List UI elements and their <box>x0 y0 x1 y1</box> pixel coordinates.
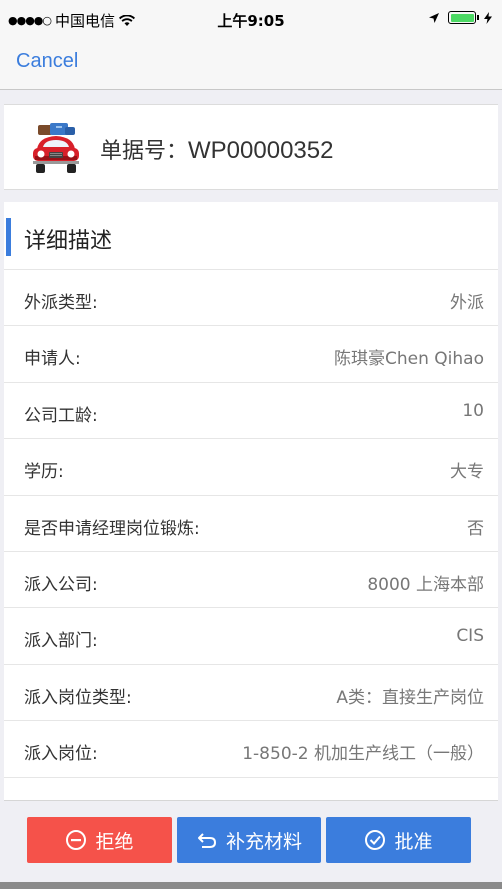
supplement-label: 补充材料 <box>225 830 302 853</box>
row-value: 陈琪豪Chen Qihao <box>334 349 484 370</box>
section-header: 详细描述 <box>4 202 498 270</box>
row-label: 申请人: <box>24 349 81 370</box>
row-value: CIS <box>456 626 484 647</box>
detail-row-seniority: 公司工龄: 10 <box>4 383 498 440</box>
action-footer: 拒绝 补充材料 批准 <box>4 800 498 882</box>
detail-row-target-company: 派入公司: 8000 上海本部 <box>4 552 498 609</box>
status-bar: ●●●●○ 中国电信 上午9:05 <box>0 0 502 40</box>
minus-circle-icon <box>66 830 87 850</box>
check-circle-icon <box>365 830 386 850</box>
detail-row-applicant: 申请人: 陈琪豪Chen Qihao <box>4 326 498 383</box>
detail-section: 详细描述 外派类型: 外派 申请人: 陈琪豪Chen Qihao 公司工龄: 1… <box>4 202 498 802</box>
document-header: 单据号：WP00000352 <box>4 104 498 190</box>
detail-row-manager-training: 是否申请经理岗位锻炼: 否 <box>4 496 498 552</box>
detail-row-education: 学历: 大专 <box>4 439 498 496</box>
supplement-materials-button[interactable]: 补充材料 <box>177 817 321 863</box>
row-label: 外派类型: <box>24 293 98 313</box>
row-label: 派入岗位类型: <box>24 687 132 708</box>
row-value: 大专 <box>450 462 484 483</box>
status-right <box>428 11 492 24</box>
bottom-edge <box>0 882 502 889</box>
section-title: 详细描述 <box>24 229 113 254</box>
battery-level <box>450 13 474 22</box>
detail-row-position-type: 派入岗位类型: A类：直接生产岗位 <box>4 665 498 722</box>
document-number: 单据号：WP00000352 <box>100 133 333 165</box>
row-value: A类：直接生产岗位 <box>336 687 484 708</box>
return-arrow-icon <box>197 833 216 848</box>
row-label: 学历: <box>24 462 64 483</box>
detail-row-target-department: 派入部门: CIS <box>4 608 498 665</box>
row-value: 否 <box>467 518 484 539</box>
status-time: 上午9:05 <box>217 12 285 30</box>
row-label: 公司工龄: <box>24 405 98 426</box>
document-number-value: WP00000352 <box>188 137 334 164</box>
row-label: 是否申请经理岗位锻炼: <box>24 518 200 539</box>
car-luggage-icon <box>33 123 79 173</box>
location-arrow-icon <box>429 12 439 23</box>
row-value: 10 <box>462 400 484 421</box>
row-value: 外派 <box>450 293 484 313</box>
detail-row-assignment-type: 外派类型: 外派 <box>4 270 498 327</box>
battery-icon <box>448 11 479 24</box>
charging-bolt-icon <box>484 11 492 24</box>
row-label: 派入部门: <box>24 631 98 652</box>
section-accent-bar <box>6 218 11 256</box>
reject-button[interactable]: 拒绝 <box>27 817 172 863</box>
navigation-bar: Cancel <box>0 40 502 90</box>
reject-label: 拒绝 <box>95 830 134 853</box>
document-number-label: 单据号： <box>100 139 189 164</box>
approve-label: 批准 <box>394 830 433 853</box>
row-label: 派入公司: <box>24 574 98 595</box>
cancel-button[interactable]: Cancel <box>16 50 78 73</box>
row-label: 派入岗位: <box>24 744 98 765</box>
approve-button[interactable]: 批准 <box>326 817 471 863</box>
detail-row-position: 派入岗位: 1-850-2 机加生产线工（一般） <box>4 721 498 778</box>
row-value: 1-850-2 机加生产线工（一般） <box>242 744 484 765</box>
row-value: 8000 上海本部 <box>367 574 484 595</box>
